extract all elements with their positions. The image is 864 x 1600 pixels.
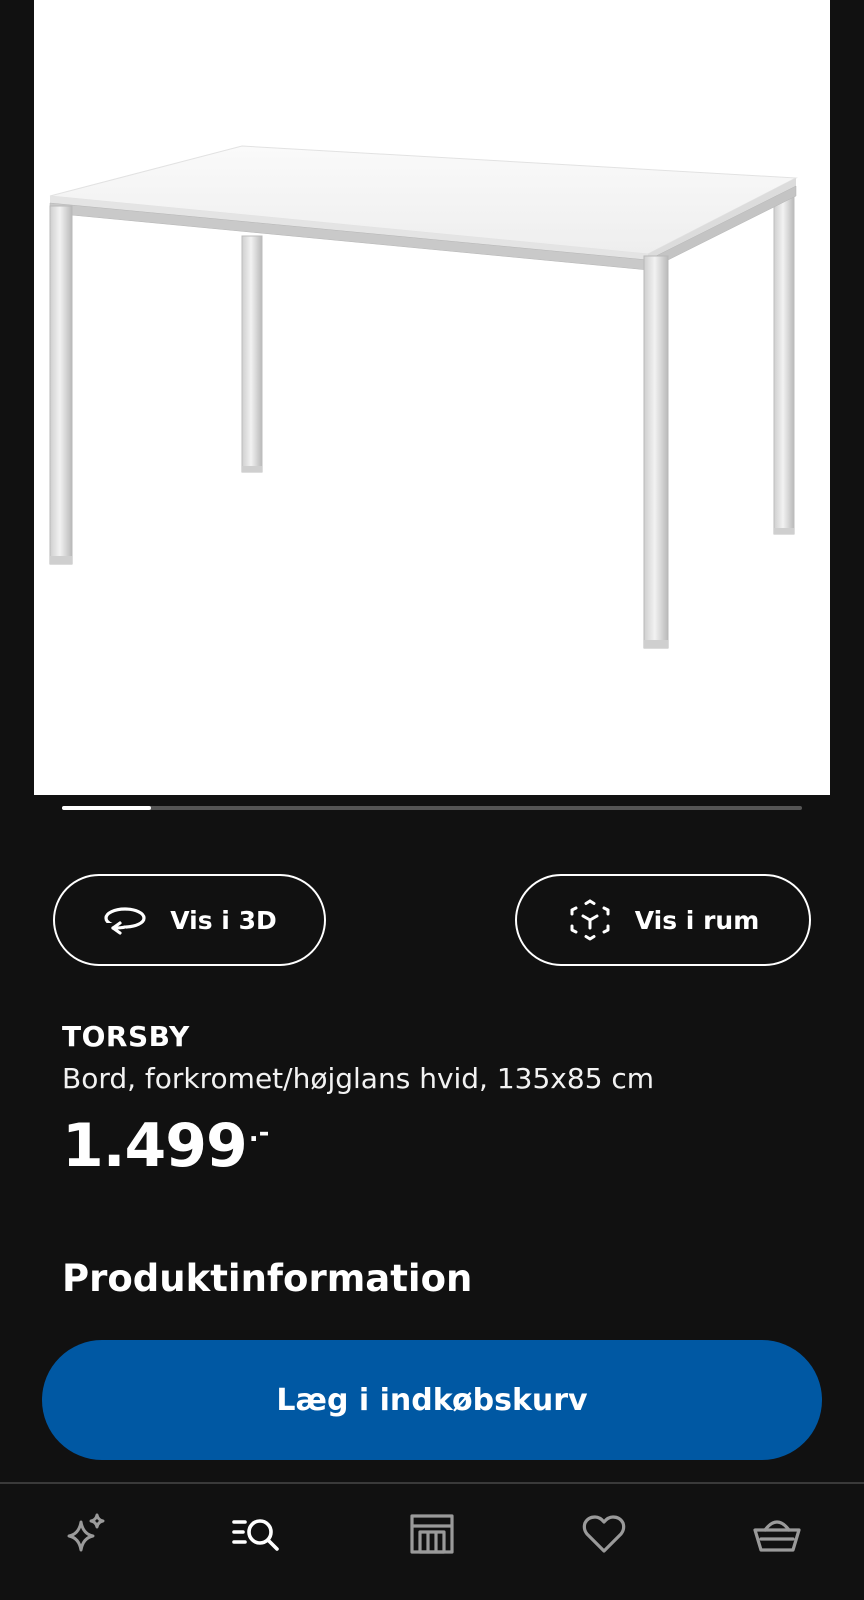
nav-favourites[interactable] [554, 1484, 654, 1584]
view-in-room-label: Vis i rum [634, 905, 760, 935]
price-value: 1.499 [62, 1111, 248, 1181]
bottom-navigation [0, 1482, 864, 1600]
store-icon [408, 1510, 456, 1558]
basket-icon [751, 1510, 803, 1558]
nav-basket[interactable] [727, 1484, 827, 1584]
gallery-progress-fill [62, 806, 151, 810]
ar-cube-icon [567, 897, 613, 943]
nav-store[interactable] [382, 1484, 482, 1584]
nav-inspiration[interactable] [35, 1484, 135, 1584]
nav-search[interactable] [207, 1484, 307, 1584]
sparkle-icon [61, 1510, 109, 1558]
heart-icon [580, 1510, 628, 1558]
product-price: 1.499 .- [62, 1116, 269, 1176]
product-image[interactable] [34, 0, 830, 795]
view-3d-label: Vis i 3D [170, 905, 277, 935]
view-in-room-button[interactable]: Vis i rum [515, 874, 811, 966]
table-illustration [49, 145, 798, 649]
product-info-heading[interactable]: Produktinformation [62, 1257, 472, 1300]
rotate-3d-icon [102, 897, 148, 943]
add-to-cart-label: Læg i indkøbskurv [276, 1382, 588, 1418]
price-suffix: .- [248, 1118, 270, 1148]
product-page: Vis i 3D Vis i rum TORSBY Bord, forkrome… [0, 0, 864, 1600]
view-3d-button[interactable]: Vis i 3D [53, 874, 326, 966]
product-name: TORSBY [62, 1020, 190, 1053]
search-list-icon [231, 1510, 283, 1558]
add-to-cart-button[interactable]: Læg i indkøbskurv [42, 1340, 822, 1460]
product-description: Bord, forkromet/højglans hvid, 135x85 cm [62, 1062, 655, 1095]
gallery-progress-bar[interactable] [62, 806, 802, 810]
